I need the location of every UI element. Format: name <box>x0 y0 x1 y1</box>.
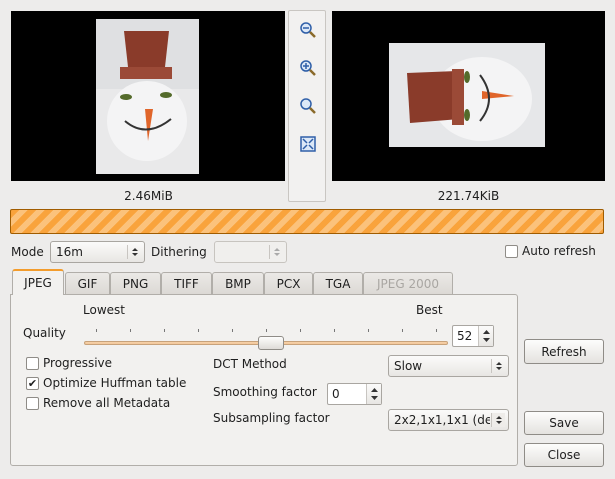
spin-arrows-icon[interactable] <box>478 326 493 346</box>
tab-gif[interactable]: GIF <box>65 272 110 294</box>
slider-tick <box>334 329 335 332</box>
converted-image <box>389 43 545 147</box>
mode-label: Mode <box>11 245 44 259</box>
subsampling-combo[interactable]: 2x2,1x1,1x1 (de <box>388 409 509 431</box>
slider-tick <box>266 329 267 332</box>
zoom-out-icon[interactable] <box>297 19 319 41</box>
zoom-in-icon[interactable] <box>297 57 319 79</box>
dct-method-label: DCT Method <box>213 357 287 371</box>
original-preview <box>11 11 285 181</box>
smoothing-value: 0 <box>332 387 340 401</box>
quality-label: Quality <box>23 326 66 340</box>
tab-bmp[interactable]: BMP <box>212 272 264 294</box>
subsampling-label: Subsampling factor <box>213 411 330 425</box>
metadata-checkbox[interactable] <box>26 397 39 410</box>
quality-value: 52 <box>457 329 473 343</box>
lowest-label: Lowest <box>83 303 125 317</box>
smoothing-label: Smoothing factor <box>213 385 317 399</box>
smoothing-spinner[interactable]: 0 <box>327 383 382 405</box>
huffman-checkbox[interactable]: ✔ <box>26 377 39 390</box>
slider-tick <box>368 329 369 332</box>
slider-tick <box>300 329 301 332</box>
close-button[interactable]: Close <box>524 443 604 467</box>
updown-arrows-icon <box>491 413 505 427</box>
tab-pcx[interactable]: PCX <box>264 272 313 294</box>
converted-preview <box>332 11 605 181</box>
metadata-label[interactable]: Remove all Metadata <box>43 396 170 410</box>
original-image <box>96 19 199 174</box>
dithering-combo[interactable] <box>214 241 287 263</box>
zoom-toolbar <box>288 10 326 202</box>
updown-arrows-icon <box>127 245 141 259</box>
huffman-label[interactable]: Optimize Huffman table <box>43 376 186 390</box>
progressive-label[interactable]: Progressive <box>43 356 112 370</box>
refresh-button[interactable]: Refresh <box>524 339 604 364</box>
original-size-label: 2.46MiB <box>124 189 173 203</box>
slider-tick <box>130 329 131 332</box>
progressive-checkbox[interactable] <box>26 357 39 370</box>
quality-spinner[interactable]: 52 <box>452 325 494 347</box>
updown-arrows-icon <box>491 359 505 373</box>
spin-arrows-icon[interactable] <box>366 384 381 404</box>
zoom-fit-icon[interactable] <box>297 133 319 155</box>
auto-refresh-label[interactable]: Auto refresh <box>522 244 596 258</box>
save-button[interactable]: Save <box>524 411 604 435</box>
progress-bar <box>10 209 604 234</box>
slider-tick <box>232 329 233 332</box>
mode-combo[interactable]: 16m <box>50 241 145 263</box>
slider-tick <box>436 329 437 332</box>
slider-tick <box>402 329 403 332</box>
slider-tick <box>96 329 97 332</box>
auto-refresh-checkbox[interactable] <box>505 245 518 258</box>
dct-method-combo[interactable]: Slow <box>388 355 509 377</box>
tab-tiff[interactable]: TIFF <box>161 272 212 294</box>
mode-value: 16m <box>56 245 83 259</box>
subsampling-value: 2x2,1x1,1x1 (de <box>394 413 490 427</box>
zoom-original-icon[interactable] <box>297 95 319 117</box>
tab-jpeg2000: JPEG 2000 <box>363 272 453 294</box>
quality-slider-handle[interactable] <box>258 336 284 350</box>
slider-tick <box>198 329 199 332</box>
tab-jpeg[interactable]: JPEG <box>12 269 64 295</box>
updown-arrows-icon <box>269 245 283 259</box>
tab-png[interactable]: PNG <box>110 272 161 294</box>
dithering-label: Dithering <box>151 245 207 259</box>
tab-tga[interactable]: TGA <box>313 272 363 294</box>
best-label: Best <box>416 303 443 317</box>
dct-method-value: Slow <box>394 359 423 373</box>
converted-size-label: 221.74KiB <box>437 189 500 203</box>
checkmark-icon: ✔ <box>27 377 38 390</box>
slider-tick <box>164 329 165 332</box>
